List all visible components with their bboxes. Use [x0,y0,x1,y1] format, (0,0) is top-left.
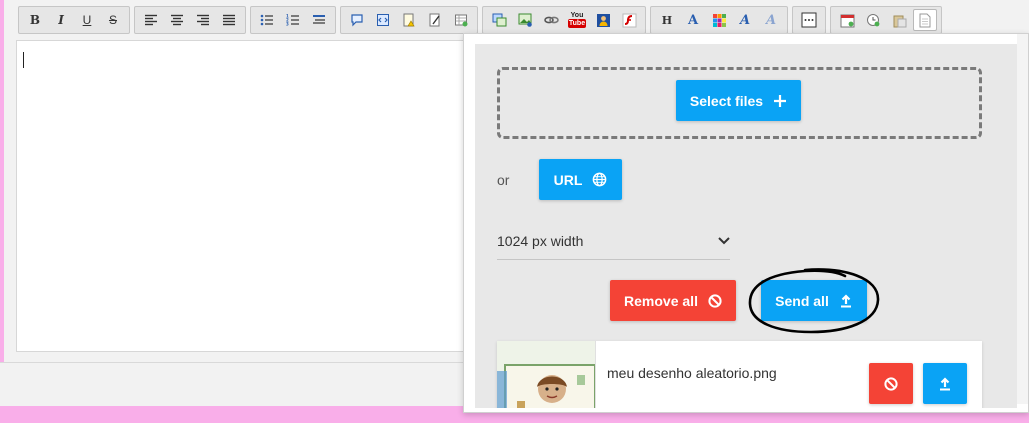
align-center-icon[interactable] [165,9,189,31]
upload-icon [840,293,851,307]
clock-search-icon[interactable] [861,9,885,31]
editor-toolbar: B I U S 1 2 3 You Tube H A A A [18,5,942,35]
toolbar-group-alignment [134,6,246,34]
toolbar-group-more [792,6,826,34]
drawing-thumbnail-image [497,341,595,408]
note-warning-icon[interactable] [397,9,421,31]
image-width-value: 1024 px width [497,232,584,249]
youtube-you-text: You [570,12,584,19]
note-edit-icon[interactable] [423,9,447,31]
align-right-icon[interactable] [191,9,215,31]
image-gallery-icon[interactable] [487,9,511,31]
upload-panel: Select files or URL 1024 px width Remove… [475,44,1017,408]
link-icon[interactable] [539,9,563,31]
align-justify-icon[interactable] [217,9,241,31]
url-button[interactable]: URL [539,159,622,200]
upload-popup: Select files or URL 1024 px width Remove… [463,33,1029,413]
table-icon[interactable] [449,9,473,31]
file-upload-button[interactable] [923,363,967,404]
toolbar-group-media: You Tube [482,6,646,34]
align-left-icon[interactable] [139,9,163,31]
cancel-icon [708,293,722,308]
font-italic-icon[interactable]: A [733,9,757,31]
globe-icon [593,172,607,187]
youtube-icon[interactable]: You Tube [565,9,589,31]
numbered-list-icon[interactable]: 123 [281,9,305,31]
bullet-list-icon[interactable] [255,9,279,31]
chevron-down-icon [718,236,730,244]
speech-bubble-icon[interactable] [345,9,369,31]
select-files-button[interactable]: Select files [676,80,801,121]
paste-icon[interactable] [887,9,911,31]
calendar-icon[interactable] [835,9,859,31]
toolbar-group-lists: 123 [250,6,336,34]
clear-format-icon[interactable]: A [759,9,783,31]
font-style-icon[interactable]: A [681,9,705,31]
underline-icon[interactable]: U [75,9,99,31]
code-icon[interactable] [371,9,395,31]
upload-icon [940,376,950,390]
user-upload-icon[interactable] [591,9,615,31]
insert-image-icon[interactable] [513,9,537,31]
editor-footer-strip [0,362,466,406]
cancel-icon [884,376,898,391]
editor-content-area[interactable] [16,40,471,352]
text-caret [23,52,24,68]
toolbar-group-misc [830,6,942,34]
toolbar-group-fonts: H A A A [650,6,788,34]
heading-icon[interactable]: H [655,9,679,31]
youtube-tube-text: Tube [567,19,587,28]
plus-icon [774,94,787,107]
select-files-label: Select files [689,92,764,109]
send-all-label: Send all [775,292,829,309]
document-icon[interactable] [913,9,937,31]
toolbar-group-text-style: B I U S [18,6,130,34]
bold-icon[interactable]: B [23,9,47,31]
flash-icon[interactable] [617,9,641,31]
file-thumbnail [497,341,596,408]
remove-all-button[interactable]: Remove all [610,280,736,321]
popup-scrollbar[interactable] [1017,34,1028,404]
or-label: or [497,172,510,188]
file-remove-button[interactable] [869,363,913,404]
image-width-select[interactable]: 1024 px width [497,222,730,260]
file-name: meu desenho aleatorio.png [607,365,777,381]
italic-icon[interactable]: I [49,9,73,31]
strikethrough-icon[interactable]: S [101,9,125,31]
indent-icon[interactable] [307,9,331,31]
toolbar-group-inserts [340,6,478,34]
more-dots-icon[interactable] [797,9,821,31]
color-grid-icon[interactable] [707,9,731,31]
send-all-button[interactable]: Send all [761,280,867,321]
remove-all-label: Remove all [624,292,698,309]
page: B I U S 1 2 3 You Tube H A A A Select fi… [0,0,1029,423]
file-item-card: meu desenho aleatorio.png [497,341,982,408]
svg-text:3: 3 [286,22,289,27]
url-label: URL [553,171,583,188]
